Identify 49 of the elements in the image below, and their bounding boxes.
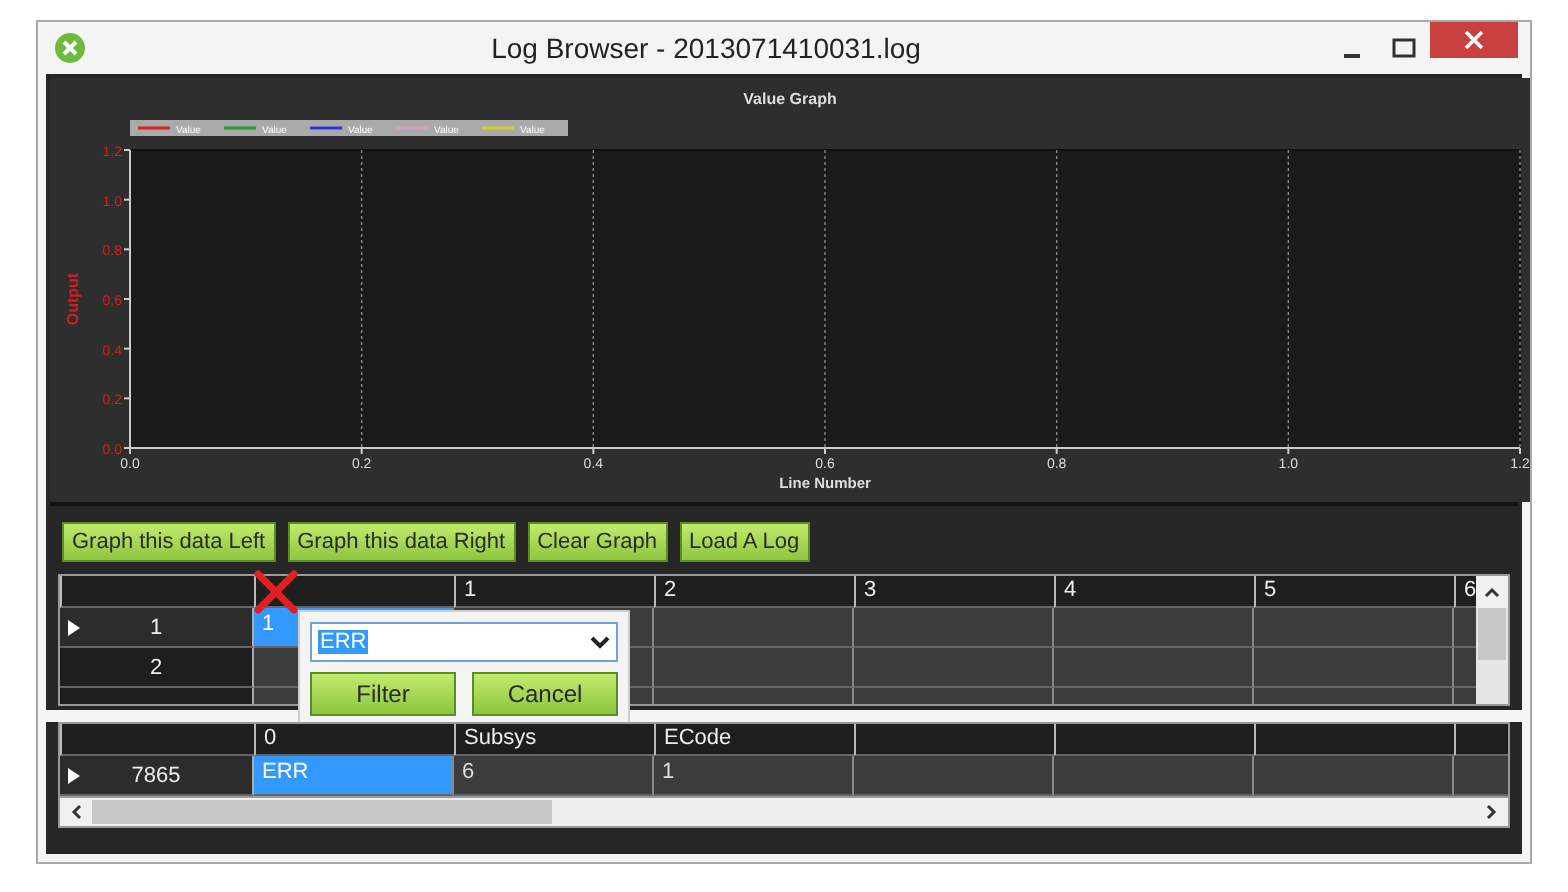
action-button[interactable]: Load A Log (679, 522, 810, 562)
table-cell[interactable] (1054, 648, 1254, 688)
table-cell[interactable] (654, 608, 854, 648)
minimize-icon (1344, 54, 1360, 58)
y-axis-title: Output (64, 272, 82, 326)
table-cell[interactable] (1254, 608, 1454, 648)
popup-button[interactable]: Cancel (472, 672, 618, 716)
current-row-icon (68, 620, 80, 636)
app-icon (54, 32, 86, 64)
action-button[interactable]: Clear Graph (527, 522, 667, 562)
vertical-scrollbar[interactable] (1476, 576, 1508, 704)
table-cell[interactable] (1054, 688, 1254, 704)
table-cell[interactable] (654, 688, 854, 704)
column-header[interactable]: Subsys (454, 724, 654, 756)
table-cell[interactable] (1254, 756, 1454, 796)
column-header[interactable]: 2 (654, 576, 854, 608)
column-header[interactable]: ECode (654, 724, 854, 756)
maximize-icon (1392, 38, 1416, 58)
popup-button[interactable]: Filter (310, 672, 456, 716)
table-cell[interactable] (854, 756, 1054, 796)
action-button[interactable]: Graph this data Right (287, 522, 516, 562)
window-title: Log Browser - 2013071410031.log (489, 32, 923, 64)
table-cell[interactable] (1254, 688, 1454, 704)
column-header[interactable]: 5 (1254, 576, 1454, 608)
table-cell[interactable] (654, 648, 854, 688)
table-cell[interactable] (1254, 648, 1454, 688)
row-header[interactable]: 2 (60, 648, 254, 688)
table-cell[interactable] (1054, 756, 1254, 796)
row-header[interactable]: 7865 (60, 756, 254, 796)
cross-icon[interactable] (252, 568, 300, 616)
column-header[interactable]: 6 (1454, 576, 1476, 608)
table-cell[interactable] (1054, 608, 1254, 648)
close-icon (1464, 30, 1484, 50)
current-row-icon (68, 768, 80, 784)
column-header[interactable]: 1 (454, 576, 654, 608)
column-header[interactable]: 3 (854, 576, 1054, 608)
table-cell[interactable]: 1 (654, 756, 854, 796)
horizontal-scrollbar[interactable] (60, 796, 1508, 826)
table-cell[interactable] (854, 648, 1054, 688)
table-cell[interactable] (854, 688, 1054, 704)
column-header[interactable]: 0 (254, 724, 454, 756)
close-button[interactable] (1430, 22, 1518, 58)
row-header[interactable]: 1 (60, 608, 254, 648)
chart-title: Value Graph (743, 90, 837, 108)
action-button[interactable]: Graph this data Left (62, 522, 276, 562)
scroll-up-icon[interactable] (1476, 576, 1508, 608)
table-cell[interactable] (854, 608, 1054, 648)
column-header[interactable]: 4 (1054, 576, 1254, 608)
table-cell[interactable]: 6 (454, 756, 654, 796)
